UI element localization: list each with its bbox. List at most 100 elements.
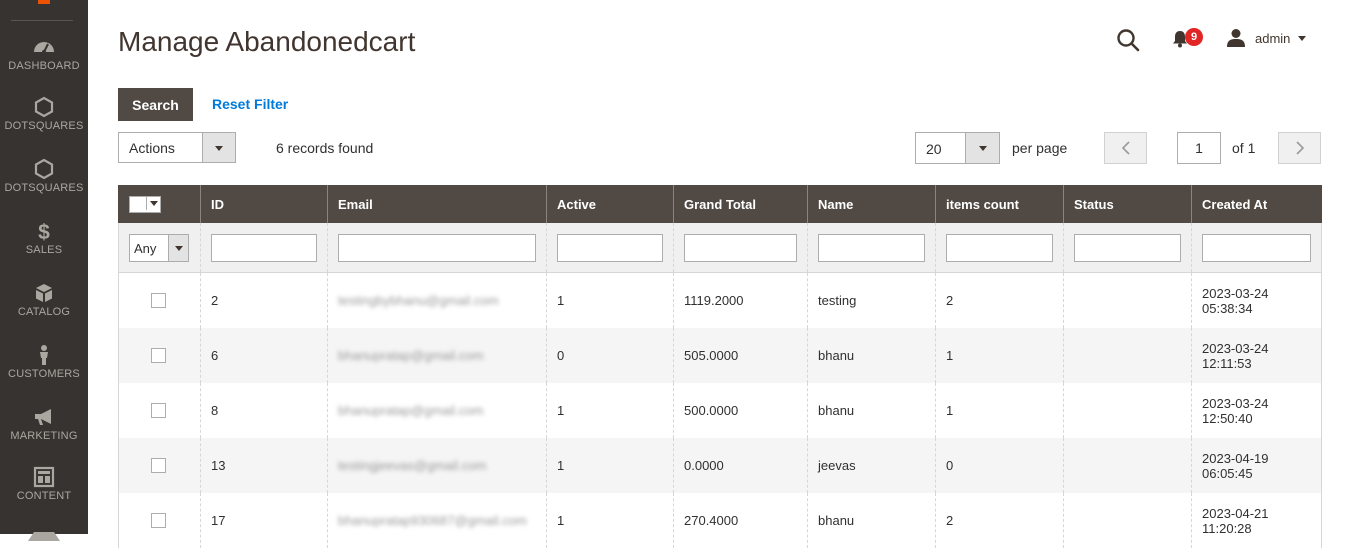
column-header-status[interactable]: Status [1063,185,1192,223]
prev-page-button[interactable] [1104,132,1147,164]
column-header-active[interactable]: Active [546,185,674,223]
actions-toggle[interactable] [202,133,235,162]
cell-email: bhanupratap@gmail.com [327,383,547,438]
username: admin [1255,30,1291,46]
search-icon[interactable] [1116,28,1140,52]
person-icon [40,345,48,365]
filter-created-at-input[interactable] [1202,233,1311,262]
sidebar-item-label: CONTENT [16,490,72,502]
cell-id: 2 [200,272,328,328]
row-checkbox-cell [118,272,201,328]
filter-grand-total-input[interactable] [684,233,797,262]
filter-cell [807,223,936,273]
stores-icon [28,532,60,541]
cell-name: jeevas [807,438,936,493]
search-button[interactable]: Search [118,88,193,121]
sidebar-item-label: MARKETING [10,430,78,442]
cell-status [1063,493,1192,548]
user-menu[interactable]: admin [1226,28,1307,48]
cell-id: 13 [200,438,328,493]
per-page-label: per page [1012,140,1068,156]
sidebar-item-dashboard[interactable]: DASHBOARD [0,36,88,72]
page-number-input[interactable]: 1 [1177,132,1221,164]
sidebar-item-dotsquares-2[interactable]: DOTSQUARES [0,158,88,194]
filter-active-input[interactable] [557,233,663,262]
filter-status-input[interactable] [1074,233,1181,262]
table-row[interactable]: 17 bhanupratap930687@gmail.com 1 270.400… [118,493,1322,548]
next-page-button[interactable] [1278,132,1321,164]
table-row[interactable]: 13 testingjeevas@gmail.com 1 0.0000 jeev… [118,438,1322,493]
cell-items-count: 0 [935,438,1064,493]
filter-id-input[interactable] [211,233,317,262]
actions-dropdown[interactable]: Actions [118,132,236,163]
cell-id: 6 [200,328,328,383]
cell-status [1063,383,1192,438]
sidebar-item-marketing[interactable]: MARKETING [0,406,88,442]
massaction-filter-select[interactable]: Any [129,233,189,262]
filter-cell [1191,223,1322,273]
sidebar-item-customers[interactable]: CUSTOMERS [0,344,88,380]
column-header-email[interactable]: Email [327,185,547,223]
reset-filter-link[interactable]: Reset Filter [212,96,288,112]
per-page-toggle[interactable] [965,133,999,163]
row-checkbox-cell [118,493,201,548]
created-date: 2023-03-24 [1202,395,1269,411]
row-checkbox[interactable] [151,293,166,308]
cell-name: bhanu [807,383,936,438]
table-row[interactable]: 8 bhanupratap@gmail.com 1 500.0000 bhanu… [118,383,1322,438]
hexagon-icon [34,158,54,180]
mass-select-header[interactable] [118,185,201,223]
filter-email-input[interactable] [338,233,536,262]
mass-select-checkbox[interactable] [129,195,161,213]
filter-any-label: Any [134,240,157,256]
row-checkbox[interactable] [151,403,166,418]
column-header-created-at[interactable]: Created At [1191,185,1322,223]
row-checkbox[interactable] [151,458,166,473]
row-checkbox[interactable] [151,348,166,363]
mass-select-toggle[interactable] [146,196,160,210]
row-checkbox[interactable] [151,513,166,528]
sidebar-item-sales[interactable]: $ SALES [0,220,88,256]
filter-any-toggle[interactable] [168,234,188,261]
cell-active: 0 [546,328,674,383]
svg-text:$: $ [38,221,50,242]
table-row[interactable]: 6 bhanupratap@gmail.com 0 505.0000 bhanu… [118,328,1322,383]
sidebar-item-more[interactable] [0,524,88,546]
page-title: Manage Abandonedcart [118,26,416,57]
sidebar-item-content[interactable]: CONTENT [0,466,88,502]
email-value: bhanupratap@gmail.com [338,348,484,363]
notifications-badge[interactable]: 9 [1185,28,1203,46]
per-page-select[interactable]: 20 [915,132,1000,164]
cell-status [1063,328,1192,383]
records-count: 6 records found [276,140,374,156]
page-total: of 1 [1232,140,1256,156]
cell-active: 1 [546,383,674,438]
chevron-down-icon [1298,35,1307,41]
chevron-right-icon [1295,141,1304,155]
filter-cell [546,223,674,273]
column-header-grand-total[interactable]: Grand Total [673,185,808,223]
cell-grand-total: 0.0000 [673,438,808,493]
filter-items-count-input[interactable] [946,233,1053,262]
cell-id: 17 [200,493,328,548]
filter-cell [935,223,1064,273]
chevron-left-icon [1121,141,1130,155]
row-checkbox-cell [118,438,201,493]
cell-grand-total: 270.4000 [673,493,808,548]
table-row[interactable]: 2 testingbybhanu@gmail.com 1 1119.2000 t… [118,272,1322,328]
cell-email: bhanupratap930687@gmail.com [327,493,547,548]
cell-status [1063,438,1192,493]
sidebar-item-catalog[interactable]: CATALOG [0,282,88,318]
sidebar-item-dotsquares[interactable]: DOTSQUARES [0,96,88,132]
filter-row: Any [118,223,1322,273]
column-header-name[interactable]: Name [807,185,936,223]
created-time: 05:38:34 [1202,300,1253,316]
box-icon [36,284,52,302]
filter-name-input[interactable] [818,233,925,262]
logo[interactable] [38,0,50,4]
column-header-id[interactable]: ID [200,185,328,223]
layout-icon [33,466,55,488]
column-header-items-count[interactable]: items count [935,185,1064,223]
select-all-box[interactable] [130,196,145,210]
filter-cell [200,223,328,273]
